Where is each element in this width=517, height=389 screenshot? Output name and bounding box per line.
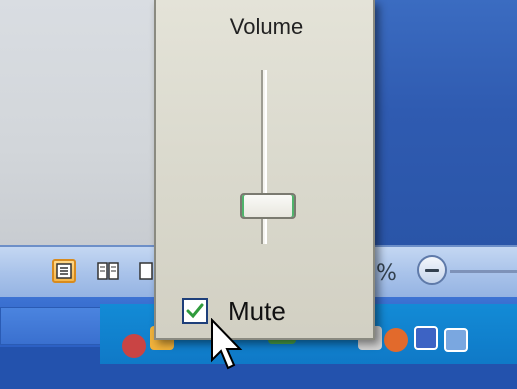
shield-icon[interactable]: [414, 326, 438, 350]
zoom-slider-track[interactable]: [450, 270, 517, 273]
print-layout-view-button[interactable]: [52, 259, 76, 283]
desktop-area: [365, 0, 517, 246]
mouse-cursor-icon: [211, 318, 243, 370]
full-screen-reading-icon: [97, 262, 119, 280]
print-layout-icon: [56, 263, 72, 279]
volume-slider-thumb[interactable]: [240, 192, 296, 219]
display-icon[interactable]: [444, 328, 468, 352]
web-layout-view-button[interactable]: [138, 259, 154, 283]
network-blocked-icon[interactable]: [122, 334, 146, 358]
mute-checkbox[interactable]: [182, 298, 208, 324]
messenger-icon[interactable]: [384, 328, 408, 352]
document-window[interactable]: [0, 0, 162, 246]
checkmark-icon: [186, 303, 204, 319]
volume-title: Volume: [229, 14, 304, 39]
zoom-percent-text: %: [376, 261, 397, 286]
zoom-out-button[interactable]: [417, 255, 447, 285]
web-layout-icon: [139, 262, 153, 280]
minus-icon: [425, 268, 439, 272]
volume-control-popup: Volume Mute: [154, 0, 375, 340]
full-screen-reading-view-button[interactable]: [96, 259, 120, 283]
taskbar-button[interactable]: [0, 307, 112, 345]
screen: % Volume Mute: [0, 0, 517, 389]
